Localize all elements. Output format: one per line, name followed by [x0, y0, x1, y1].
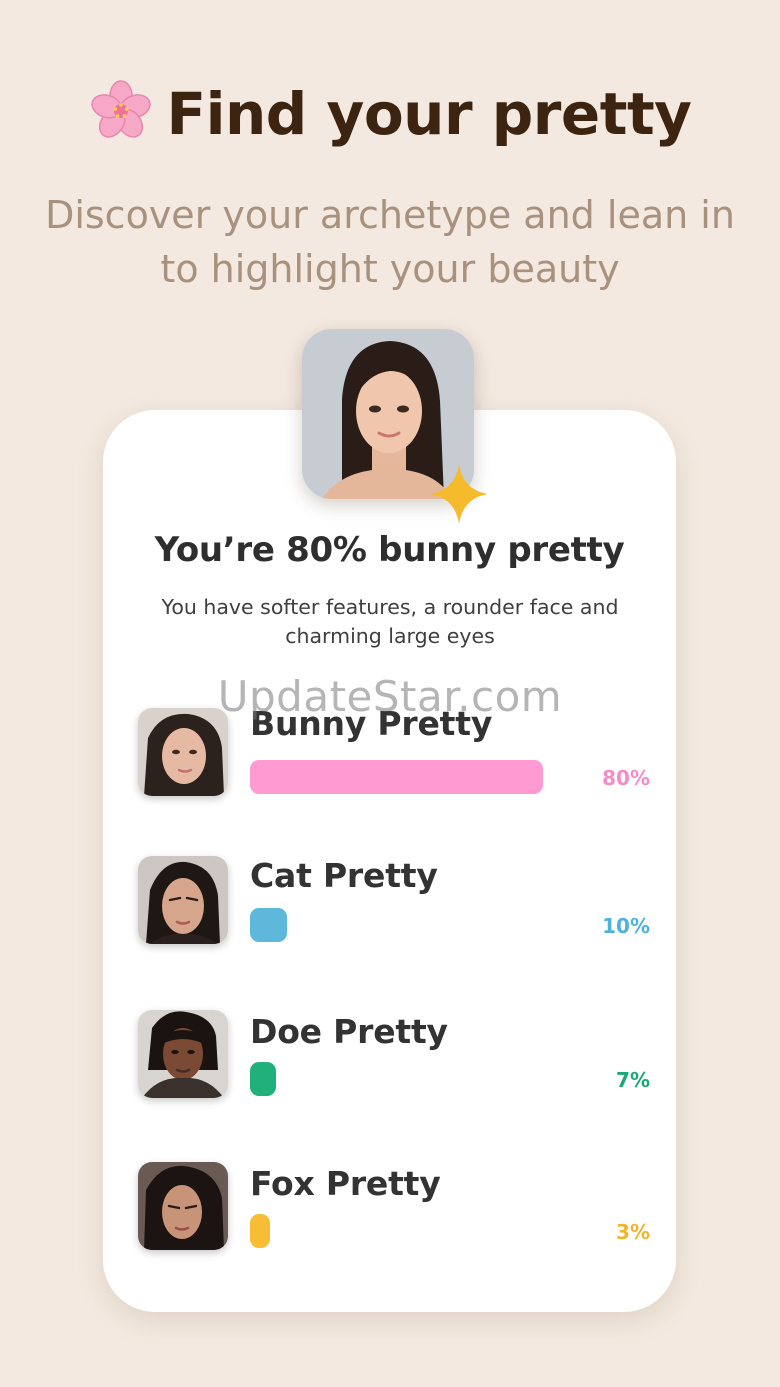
page-title-text: Find your pretty [166, 80, 692, 148]
page-title: Find your pretty [0, 78, 780, 148]
archetype-row-fox[interactable]: Fox Pretty 3% [0, 1162, 780, 1262]
result-description: You have softer features, a rounder face… [161, 595, 619, 648]
archetype-bar [250, 1214, 270, 1248]
page-subtitle: Discover your archetype and lean in to h… [45, 193, 735, 291]
watermark: UpdateStar.com [217, 672, 563, 721]
archetype-bar [250, 908, 287, 942]
archetype-label: Doe Pretty [250, 1012, 448, 1051]
result-title: You’re 80% bunny pretty [154, 530, 625, 570]
bunny-avatar [138, 708, 228, 796]
archetype-bar [250, 760, 543, 794]
archetype-bar [250, 1062, 276, 1096]
archetype-row-cat[interactable]: Cat Pretty 10% [0, 856, 780, 956]
sparkle-icon [430, 464, 488, 524]
archetype-percent: 80% [602, 766, 650, 790]
archetype-label: Cat Pretty [250, 856, 438, 895]
archetype-percent: 3% [616, 1220, 650, 1244]
archetype-percent: 10% [602, 914, 650, 938]
doe-avatar [138, 1010, 228, 1098]
fox-avatar [138, 1162, 228, 1250]
cat-avatar [138, 856, 228, 944]
archetype-label: Fox Pretty [250, 1164, 441, 1203]
archetype-row-doe[interactable]: Doe Pretty 7% [0, 1010, 780, 1110]
archetype-row-bunny[interactable]: Bunny Pretty 80% [0, 704, 780, 808]
cherry-blossom-icon [90, 80, 151, 138]
archetype-percent: 7% [616, 1068, 650, 1092]
app-screen: Find your pretty Discover your archetype… [0, 0, 780, 1387]
